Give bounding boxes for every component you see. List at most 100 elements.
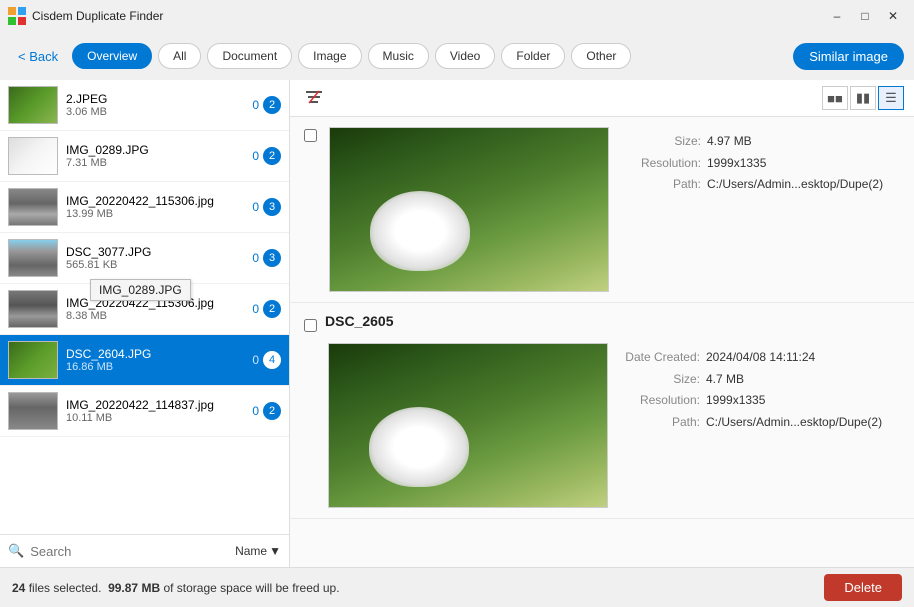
list-item[interactable]: DSC_3077.JPG 565.81 KB 0 3 — [0, 233, 289, 284]
close-button[interactable]: ✕ — [880, 5, 906, 27]
clear-filter-button[interactable] — [300, 87, 328, 110]
duplicate-group: DSC_2605 Date Created: 2024/04/08 14:11:… — [290, 303, 914, 519]
sort-button[interactable]: Name ▼ — [235, 544, 281, 558]
app-icon — [8, 7, 26, 25]
file-size: 7.31 MB — [66, 157, 244, 169]
file-name: 2.JPEG — [66, 92, 244, 106]
size-value: 4.7 MB — [706, 369, 744, 391]
detail-resolution: Resolution: 1999x1335 — [621, 153, 900, 175]
maximize-button[interactable]: □ — [852, 5, 878, 27]
window-controls: – □ ✕ — [824, 5, 906, 27]
titlebar-left: Cisdem Duplicate Finder — [8, 7, 163, 25]
counter-a: 0 — [252, 200, 259, 214]
minimize-button[interactable]: – — [824, 5, 850, 27]
duplicate-title: DSC_2605 — [325, 313, 394, 329]
size-label: Size: — [621, 131, 701, 153]
file-counters: 0 3 — [252, 249, 281, 267]
view-columns-button[interactable]: ▮▮ — [850, 86, 876, 110]
duplicate-details: Size: 4.97 MB Resolution: 1999x1335 Path… — [621, 127, 900, 196]
file-size: 16.86 MB — [66, 361, 244, 373]
search-icon: 🔍 — [8, 543, 24, 559]
duplicate-group: Size: 4.97 MB Resolution: 1999x1335 Path… — [290, 117, 914, 303]
list-item[interactable]: IMG_0289.JPG 7.31 MB 0 2 IMG_0289.JPG — [0, 131, 289, 182]
view-list-button[interactable]: ☰ — [878, 86, 904, 110]
file-size: 10.11 MB — [66, 412, 244, 424]
list-item[interactable]: IMG_20220422_115306.jpg 13.99 MB 0 3 — [0, 182, 289, 233]
size-label: Size: — [620, 369, 700, 391]
detail-path: Path: C:/Users/Admin...esktop/Dupe(2) — [621, 174, 900, 196]
path-label: Path: — [620, 412, 700, 434]
detail-size: Size: 4.97 MB — [621, 131, 900, 153]
toolbar: < Back Overview All Document Image Music… — [0, 32, 914, 80]
duplicate-image — [328, 343, 608, 508]
path-value: C:/Users/Admin...esktop/Dupe(2) — [707, 174, 883, 196]
filter-music[interactable]: Music — [368, 43, 429, 69]
file-info: IMG_20220422_114837.jpg 10.11 MB — [66, 398, 244, 424]
group-row: Date Created: 2024/04/08 14:11:24 Size: … — [304, 343, 900, 508]
list-item[interactable]: DSC_2604.JPG 16.86 MB 0 4 — [0, 335, 289, 386]
left-panel: 2.JPEG 3.06 MB 0 2 IMG_0289.JPG 7.31 MB … — [0, 80, 290, 567]
file-thumbnail — [8, 341, 58, 379]
list-item[interactable]: IMG_20220422_114837.jpg 10.11 MB 0 2 — [0, 386, 289, 437]
counter-badge: 2 — [263, 147, 281, 165]
filter-document[interactable]: Document — [207, 43, 292, 69]
duplicate-details: Date Created: 2024/04/08 14:11:24 Size: … — [620, 343, 900, 433]
view-grid-button[interactable]: ■■ — [822, 86, 848, 110]
statusbar: 24 files selected. 99.87 MB of storage s… — [0, 567, 914, 607]
resolution-label: Resolution: — [621, 153, 701, 175]
file-name: DSC_2604.JPG — [66, 347, 244, 361]
status-text: 24 files selected. 99.87 MB of storage s… — [12, 581, 340, 595]
detail-resolution: Resolution: 1999x1335 — [620, 390, 900, 412]
detail-date: Date Created: 2024/04/08 14:11:24 — [620, 347, 900, 369]
counter-a: 0 — [252, 404, 259, 418]
file-name: DSC_3077.JPG — [66, 245, 244, 259]
duplicate-image — [329, 127, 609, 292]
clear-filter-icon — [305, 90, 323, 104]
right-toolbar: ■■ ▮▮ ☰ — [290, 80, 914, 117]
path-value: C:/Users/Admin...esktop/Dupe(2) — [706, 412, 882, 434]
selected-count: 24 — [12, 581, 25, 595]
filter-other[interactable]: Other — [571, 43, 631, 69]
path-label: Path: — [621, 174, 701, 196]
list-item[interactable]: 2.JPEG 3.06 MB 0 2 — [0, 80, 289, 131]
file-name: IMG_20220422_115306.jpg — [66, 194, 244, 208]
detail-size: Size: 4.7 MB — [620, 369, 900, 391]
file-counters: 0 2 — [252, 147, 281, 165]
titlebar: Cisdem Duplicate Finder – □ ✕ — [0, 0, 914, 32]
right-panel: ■■ ▮▮ ☰ Size: 4.97 MB — [290, 80, 914, 567]
filter-video[interactable]: Video — [435, 43, 495, 69]
counter-a: 0 — [252, 251, 259, 265]
resolution-value: 1999x1335 — [707, 153, 766, 175]
filter-overview[interactable]: Overview — [72, 43, 152, 69]
counter-a: 0 — [252, 98, 259, 112]
detail-path: Path: C:/Users/Admin...esktop/Dupe(2) — [620, 412, 900, 434]
date-label: Date Created: — [620, 347, 700, 369]
file-name: IMG_20220422_114837.jpg — [66, 398, 244, 412]
main-content: 2.JPEG 3.06 MB 0 2 IMG_0289.JPG 7.31 MB … — [0, 80, 914, 567]
similar-image-button[interactable]: Similar image — [793, 43, 904, 70]
file-list[interactable]: 2.JPEG 3.06 MB 0 2 IMG_0289.JPG 7.31 MB … — [0, 80, 289, 534]
search-input[interactable] — [30, 544, 229, 559]
group-checkbox[interactable] — [304, 319, 317, 332]
counter-badge: 3 — [263, 198, 281, 216]
file-thumbnail — [8, 290, 58, 328]
file-info: DSC_3077.JPG 565.81 KB — [66, 245, 244, 271]
back-button[interactable]: < Back — [10, 45, 66, 68]
view-mode-buttons: ■■ ▮▮ ☰ — [822, 86, 904, 110]
filter-image[interactable]: Image — [298, 43, 361, 69]
counter-badge: 2 — [263, 300, 281, 318]
file-thumbnail — [8, 86, 58, 124]
search-bar: 🔍 Name ▼ — [0, 534, 289, 567]
file-info: 2.JPEG 3.06 MB — [66, 92, 244, 118]
filter-all[interactable]: All — [158, 43, 201, 69]
counter-badge: 2 — [263, 96, 281, 114]
tooltip: IMG_0289.JPG — [90, 279, 191, 301]
filter-folder[interactable]: Folder — [501, 43, 565, 69]
file-info: IMG_0289.JPG 7.31 MB — [66, 143, 244, 169]
counter-badge: 4 — [263, 351, 281, 369]
delete-button[interactable]: Delete — [824, 574, 902, 601]
content-area[interactable]: Size: 4.97 MB Resolution: 1999x1335 Path… — [290, 117, 914, 567]
size-value: 4.97 MB — [707, 131, 752, 153]
group-checkbox[interactable] — [304, 129, 317, 142]
resolution-label: Resolution: — [620, 390, 700, 412]
